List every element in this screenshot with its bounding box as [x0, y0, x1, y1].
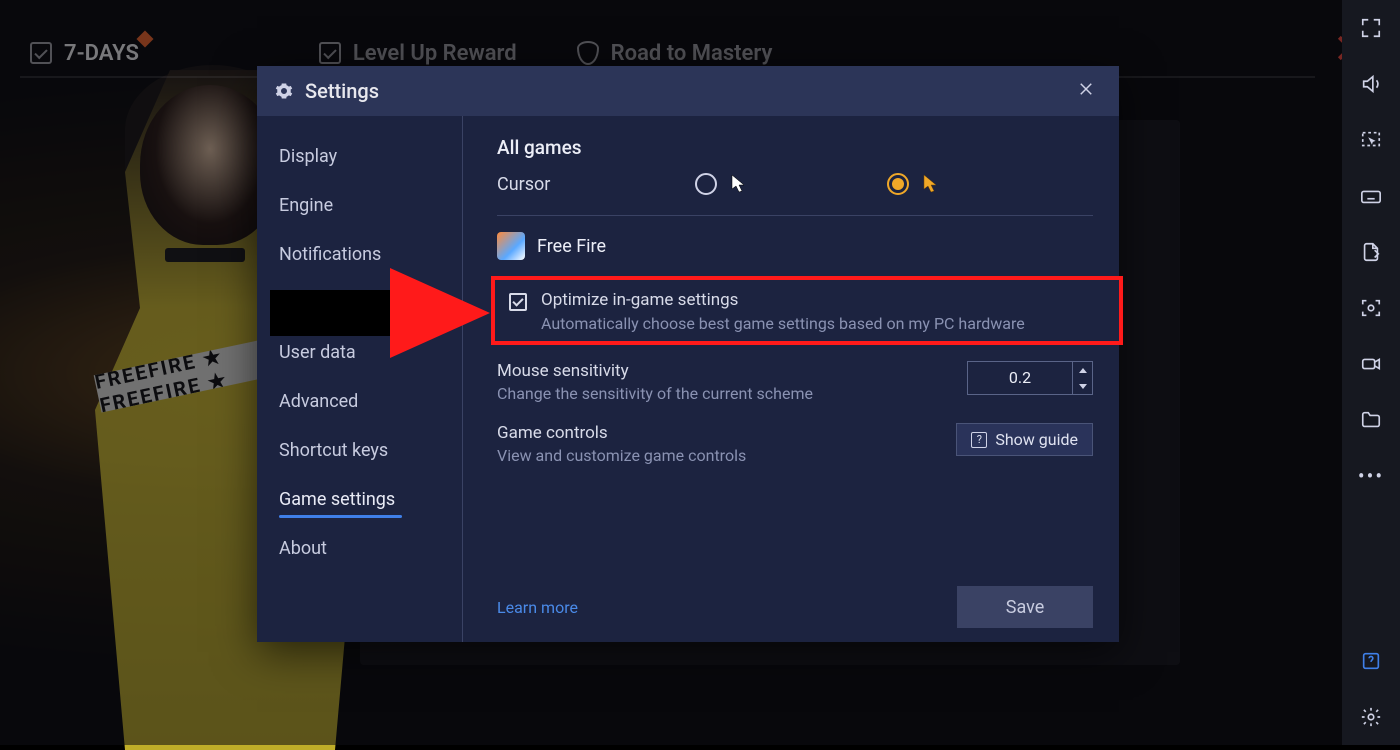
install-apk-button[interactable]	[1359, 240, 1383, 264]
game-name: Free Fire	[537, 236, 606, 257]
fullscreen-button[interactable]	[1359, 16, 1383, 40]
volume-button[interactable]	[1359, 72, 1383, 96]
settings-sidebar: Display Engine Notifications Preferences…	[257, 116, 463, 642]
radio-selected-icon	[887, 173, 909, 195]
keyboard-icon	[1360, 185, 1382, 207]
cursor-label: Cursor	[497, 174, 695, 195]
more-icon: •••	[1358, 464, 1384, 488]
gear-icon	[275, 82, 293, 100]
settings-content: All games Cursor Free Fire	[463, 116, 1119, 642]
show-guide-label: Show guide	[995, 430, 1078, 449]
game-controls-label: Game controls	[497, 423, 936, 443]
cursor-white-icon	[731, 174, 747, 194]
settings-button[interactable]	[1359, 705, 1383, 729]
free-fire-app-icon	[497, 232, 525, 260]
help-icon	[1360, 650, 1382, 672]
spinner-up-button[interactable]	[1073, 362, 1092, 378]
mouse-sensitivity-row: Mouse sensitivity Change the sensitivity…	[497, 361, 1093, 403]
optimize-description: Automatically choose best game settings …	[541, 314, 1025, 333]
more-button[interactable]: •••	[1359, 464, 1383, 488]
media-folder-button[interactable]	[1359, 408, 1383, 432]
cursor-row: Cursor	[497, 173, 1093, 195]
modal-title: Settings	[305, 79, 379, 103]
sidebar-item-user-data[interactable]: User data	[257, 342, 462, 363]
modal-header: Settings	[257, 66, 1119, 116]
close-icon	[1077, 80, 1095, 98]
learn-more-link[interactable]: Learn more	[497, 598, 578, 617]
lock-cursor-button[interactable]	[1359, 128, 1383, 152]
game-header-row: Free Fire	[497, 232, 1093, 260]
settings-modal: Settings Display Engine Notifications Pr…	[257, 66, 1119, 642]
sidebar-item-shortcut-keys[interactable]: Shortcut keys	[257, 440, 462, 461]
help-button[interactable]	[1359, 649, 1383, 673]
modal-body: Display Engine Notifications Preferences…	[257, 116, 1119, 642]
sidebar-item-notifications[interactable]: Notifications	[257, 244, 462, 265]
game-controls-row: Game controls View and customize game co…	[497, 423, 1093, 465]
chevron-down-icon	[1079, 384, 1087, 389]
mouse-sensitivity-input[interactable]	[968, 362, 1072, 394]
mouse-sensitivity-description: Change the sensitivity of the current sc…	[497, 384, 947, 403]
cursor-lock-icon	[1360, 129, 1382, 151]
emulator-side-toolbar: •••	[1342, 0, 1400, 745]
question-icon: ?	[971, 432, 987, 448]
spinner-down-button[interactable]	[1073, 378, 1092, 394]
mouse-sensitivity-spinner	[967, 361, 1093, 395]
apk-icon	[1360, 241, 1382, 263]
save-button[interactable]: Save	[957, 586, 1093, 628]
sidebar-item-advanced[interactable]: Advanced	[257, 391, 462, 412]
modal-footer: Learn more Save	[497, 572, 1093, 628]
sidebar-item-display[interactable]: Display	[257, 146, 462, 167]
record-button[interactable]	[1359, 352, 1383, 376]
chevron-up-icon	[1079, 368, 1087, 373]
show-guide-button[interactable]: ? Show guide	[956, 423, 1093, 456]
sidebar-item-engine[interactable]: Engine	[257, 195, 462, 216]
radio-icon	[695, 173, 717, 195]
modal-close-button[interactable]	[1071, 74, 1101, 108]
volume-icon	[1360, 73, 1382, 95]
record-icon	[1360, 353, 1382, 375]
mouse-sensitivity-label: Mouse sensitivity	[497, 361, 947, 381]
all-games-heading: All games	[497, 136, 1093, 159]
screenshot-button[interactable]	[1359, 296, 1383, 320]
cursor-option-orange[interactable]	[887, 173, 939, 195]
optimize-checkbox[interactable]	[509, 293, 527, 311]
camera-icon	[1360, 297, 1382, 319]
folder-icon	[1360, 409, 1382, 431]
optimize-title: Optimize in-game settings	[541, 290, 1025, 310]
sidebar-item-game-settings[interactable]: Game settings	[257, 489, 462, 510]
divider	[497, 215, 1093, 216]
optimize-block: Optimize in-game settings Automatically …	[497, 280, 1093, 343]
cursor-option-white[interactable]	[695, 173, 747, 195]
sidebar-item-about[interactable]: About	[257, 538, 462, 559]
cursor-orange-icon	[923, 174, 939, 194]
sidebar-item-preferences[interactable]: Preferences	[257, 293, 462, 314]
keymap-button[interactable]	[1359, 184, 1383, 208]
game-controls-description: View and customize game controls	[497, 446, 936, 465]
gear-icon	[1360, 706, 1382, 728]
fullscreen-icon	[1360, 17, 1382, 39]
